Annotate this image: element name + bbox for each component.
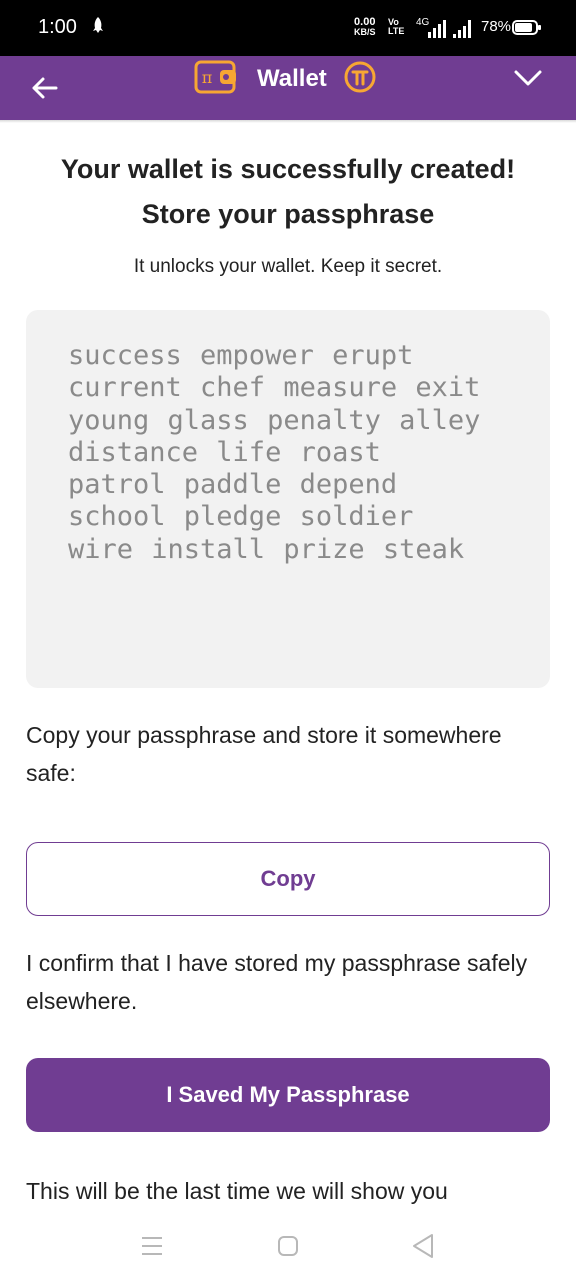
copy-instruction: Copy your passphrase and store it somewh… <box>26 722 502 786</box>
home-icon[interactable] <box>276 1234 300 1258</box>
net-speed: 0.00 KB/S <box>354 16 376 38</box>
chevron-down-icon[interactable] <box>510 60 546 96</box>
wallet-logo-icon: π <box>194 60 236 94</box>
saved-passphrase-button-label: I Saved My Passphrase <box>166 1082 410 1107</box>
volte-bottom: LTE <box>388 26 405 36</box>
copy-button[interactable]: Copy <box>26 842 550 916</box>
subtitle: It unlocks your wallet. Keep it secret. <box>133 256 443 277</box>
volte-indicator: Vo LTE <box>388 18 404 36</box>
recent-apps-icon[interactable] <box>140 1234 164 1258</box>
arrow-left-icon[interactable] <box>24 68 64 108</box>
confirm-text: I confirm that I have stored my passphra… <box>26 950 528 1014</box>
status-time: 1:00 <box>38 16 77 38</box>
signal-icon-2 <box>453 20 471 38</box>
rocket-notification-icon <box>92 17 104 40</box>
passphrase-box: success empower erupt current chef measu… <box>26 310 550 688</box>
saved-passphrase-button[interactable]: I Saved My Passphrase <box>26 1058 550 1132</box>
headline-success: Your wallet is successfully created! <box>60 154 516 184</box>
app-bar-shadow <box>0 120 576 123</box>
signal-icon <box>428 20 446 38</box>
footer-text: This will be the last time we will show … <box>26 1178 448 1204</box>
svg-text:π: π <box>202 68 213 87</box>
headline-store: Store your passphrase <box>141 199 435 229</box>
net-speed-unit: KB/S <box>354 27 376 37</box>
status-bar: 1:00 0.00 KB/S Vo LTE 4G 78% <box>0 0 576 56</box>
battery-icon <box>512 20 541 35</box>
copy-button-label: Copy <box>260 866 316 891</box>
battery-percent: 78% <box>481 18 512 35</box>
net-speed-value: 0.00 <box>354 16 376 28</box>
passphrase-text: success empower erupt current chef measu… <box>68 340 481 565</box>
triangle-back-icon[interactable] <box>410 1232 436 1260</box>
app-title: Wallet <box>257 65 327 92</box>
pi-coin-icon <box>344 61 376 93</box>
app-bar: π Wallet <box>0 56 576 120</box>
system-nav-bar <box>0 1216 576 1280</box>
